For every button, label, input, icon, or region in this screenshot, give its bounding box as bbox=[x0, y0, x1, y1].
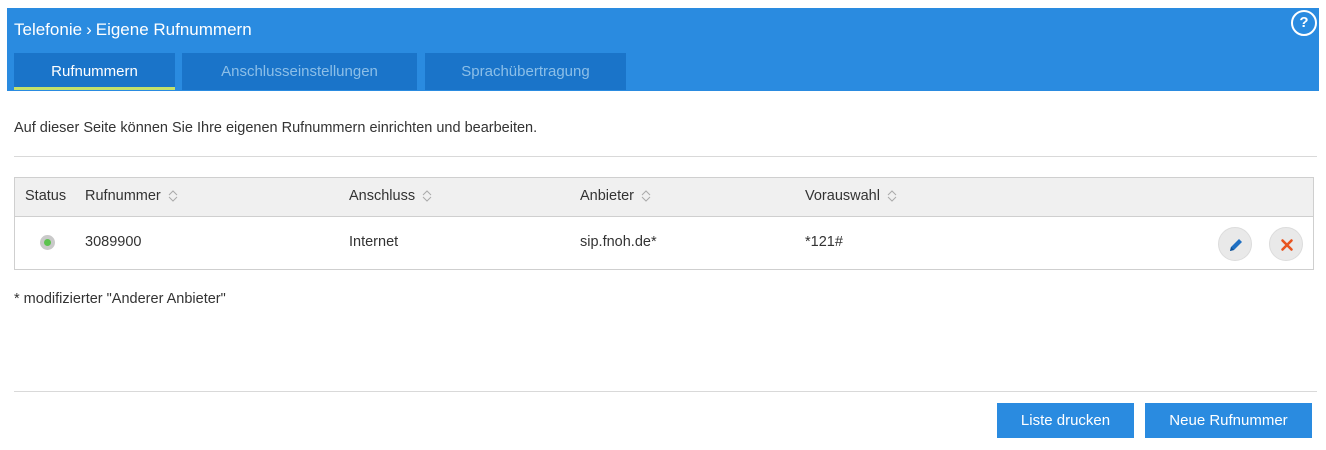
cell-anbieter: sip.fnoh.de* bbox=[580, 234, 657, 250]
column-anschluss[interactable]: Anschluss bbox=[349, 188, 432, 204]
sort-icon bbox=[422, 190, 432, 202]
chevron-right-icon: › bbox=[86, 20, 92, 39]
numbers-table: Status Rufnummer Anschluss Anbieter Vora… bbox=[14, 177, 1314, 270]
intro-text: Auf dieser Seite können Sie Ihre eigenen… bbox=[14, 120, 538, 136]
divider bbox=[14, 156, 1317, 157]
breadcrumb-parent[interactable]: Telefonie bbox=[14, 20, 82, 39]
delete-x-icon bbox=[1281, 239, 1293, 251]
column-vorauswahl-label: Vorauswahl bbox=[805, 188, 880, 204]
breadcrumb-current: Eigene Rufnummern bbox=[95, 20, 252, 39]
cell-anschluss: Internet bbox=[349, 234, 399, 250]
cell-vorauswahl: *121# bbox=[805, 234, 843, 250]
tab-sprachuebertragung[interactable]: Sprachübertragung bbox=[425, 53, 626, 90]
sort-icon bbox=[168, 190, 178, 202]
status-led-icon bbox=[40, 235, 55, 250]
footnote: * modifizierter "Anderer Anbieter" bbox=[14, 291, 226, 307]
column-vorauswahl[interactable]: Vorauswahl bbox=[805, 188, 897, 204]
edit-button[interactable] bbox=[1218, 227, 1252, 261]
tab-rufnummern[interactable]: Rufnummern bbox=[14, 53, 175, 90]
column-status: Status bbox=[25, 188, 67, 204]
cell-rufnummer: 3089900 bbox=[85, 234, 142, 250]
help-icon[interactable]: ? bbox=[1291, 10, 1317, 36]
column-anschluss-label: Anschluss bbox=[349, 188, 416, 204]
column-anbieter-label: Anbieter bbox=[580, 188, 635, 204]
table-row: 3089900 Internet sip.fnoh.de* *121# bbox=[15, 217, 1313, 269]
edit-pencil-icon bbox=[1230, 239, 1242, 251]
tab-anschlusseinstellungen[interactable]: Anschlusseinstellungen bbox=[182, 53, 417, 90]
delete-button[interactable] bbox=[1269, 227, 1303, 261]
breadcrumb: Telefonie › Eigene Rufnummern bbox=[14, 20, 252, 40]
print-list-button[interactable]: Liste drucken bbox=[997, 403, 1134, 438]
table-header: Status Rufnummer Anschluss Anbieter Vora… bbox=[15, 178, 1313, 217]
column-anbieter[interactable]: Anbieter bbox=[580, 188, 651, 204]
sort-icon bbox=[641, 190, 651, 202]
sort-icon bbox=[887, 190, 897, 202]
column-rufnummer-label: Rufnummer bbox=[85, 188, 161, 204]
header-bar: Telefonie › Eigene Rufnummern ? Rufnummern… bbox=[7, 8, 1319, 91]
new-number-button[interactable]: Neue Rufnummer bbox=[1145, 403, 1312, 438]
column-rufnummer[interactable]: Rufnummer bbox=[85, 188, 178, 204]
footer-divider bbox=[14, 391, 1317, 392]
